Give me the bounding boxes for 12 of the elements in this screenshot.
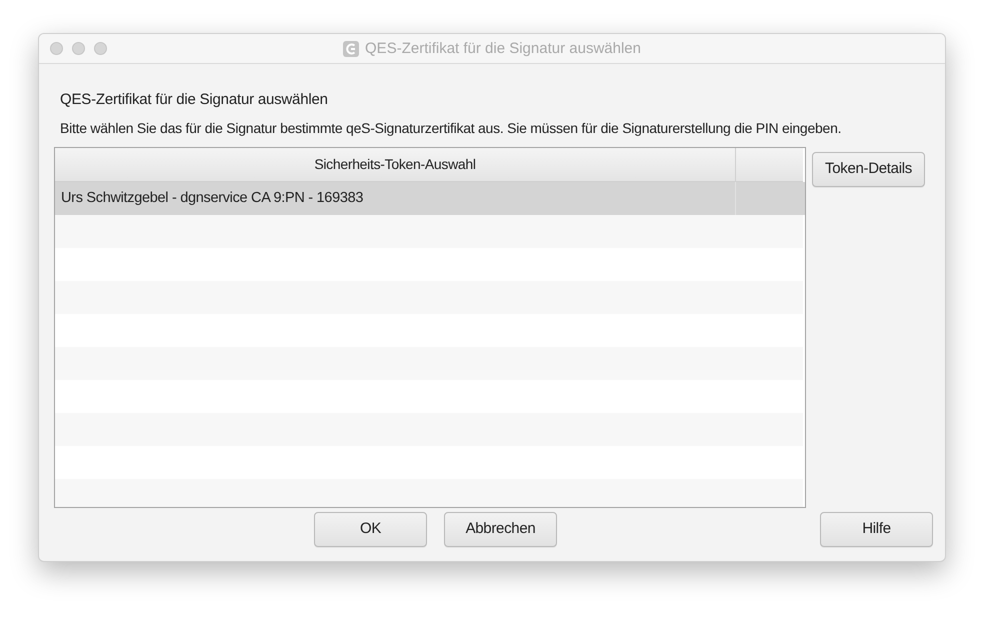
- instruction-text: Bitte wählen Sie das für die Signatur bestimmte qeS-Signaturzertifikat aus. Sie müssen für die Signaturerstellung die PIN eingeben.: [59, 120, 842, 137]
- minimize-button[interactable]: [72, 42, 85, 55]
- cancel-button[interactable]: Abbrechen: [444, 512, 557, 547]
- close-button[interactable]: [50, 42, 63, 55]
- token-details-button[interactable]: Token-Details: [812, 152, 925, 187]
- ok-button[interactable]: OK: [314, 512, 427, 547]
- zoom-button[interactable]: [94, 42, 107, 55]
- column-header[interactable]: Sicherheits-Token-Auswahl: [55, 148, 736, 182]
- logo-icon: [343, 41, 360, 57]
- dialog-heading: QES-Zertifikat für die Signatur auswählen: [59, 91, 329, 109]
- help-button[interactable]: Hilfe: [820, 512, 933, 547]
- window-title: QES-Zertifikat für die Signatur auswählen: [365, 38, 641, 59]
